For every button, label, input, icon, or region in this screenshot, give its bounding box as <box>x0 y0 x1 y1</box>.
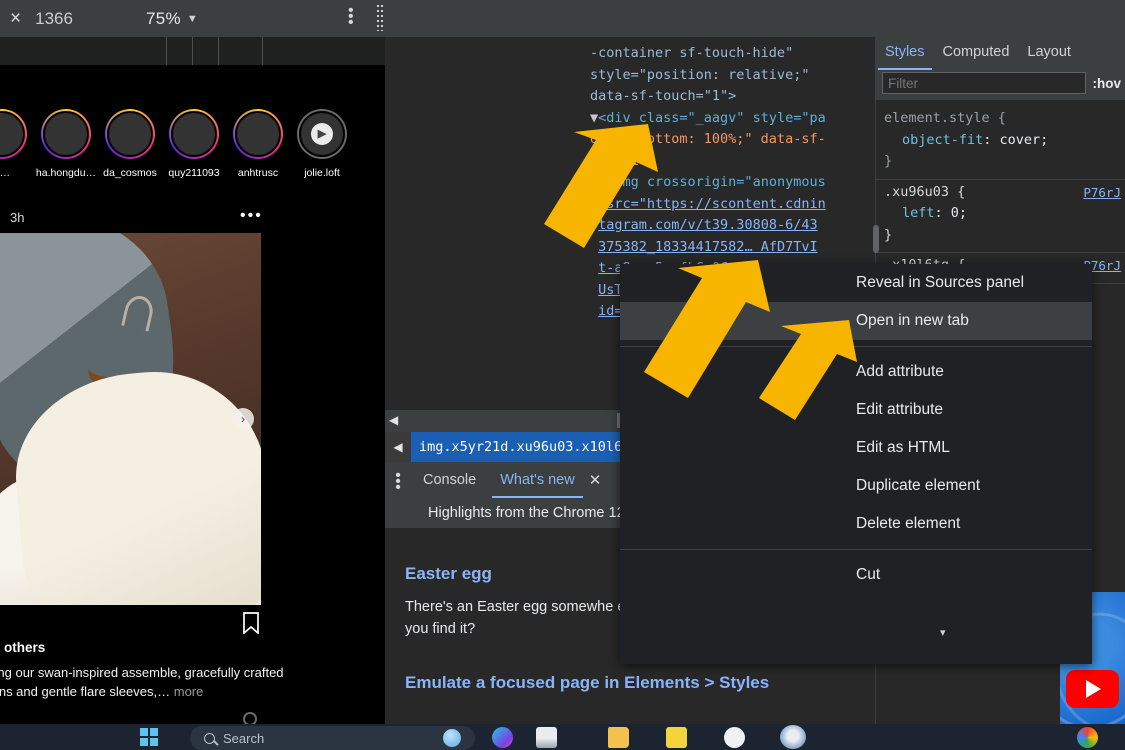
windows-start-icon[interactable] <box>140 728 158 746</box>
styles-rules-list: element.style { object-fit: cover; } P76… <box>876 100 1125 284</box>
taskbar-icon-teams[interactable] <box>780 725 806 749</box>
taskbar-icon-browser[interactable] <box>724 727 745 748</box>
menu-item-duplicate-element[interactable]: Duplicate element <box>620 467 1092 505</box>
menu-item-edit-as-html[interactable]: Edit as HTML <box>620 429 1092 467</box>
windows-taskbar: Search <box>0 724 1125 750</box>
styles-filter-bar: :hov <box>876 70 1125 100</box>
story-username: jolie.loft <box>304 167 340 179</box>
chevron-down-icon[interactable]: ▾ <box>940 626 946 639</box>
story-item[interactable]: e… <box>0 109 34 179</box>
story-item[interactable]: anhtrusc <box>226 109 290 179</box>
caption-more-link[interactable]: more <box>174 684 204 699</box>
copilot-icon[interactable] <box>443 729 461 747</box>
drawer-menu-icon[interactable]: • • • <box>385 468 411 496</box>
zoom-level-value[interactable]: 75% <box>146 9 181 29</box>
play-icon: ▶ <box>311 123 333 145</box>
carousel-next-button[interactable]: › <box>232 408 254 430</box>
rule-property: object-fit <box>902 131 984 148</box>
annotation-arrow-2 <box>638 256 773 406</box>
search-icon <box>204 732 215 744</box>
story-ring <box>0 109 27 159</box>
story-ring <box>105 109 155 159</box>
story-username: e… <box>0 167 11 179</box>
drawer-tab-console[interactable]: Console <box>411 462 488 498</box>
emulation-menu-icon[interactable]: • • • <box>348 3 354 31</box>
search-placeholder: Search <box>223 730 265 746</box>
taskbar-icon-folder[interactable] <box>666 727 687 748</box>
taskbar-icon-copilot[interactable] <box>492 727 513 748</box>
tab-styles[interactable]: Styles <box>876 37 934 70</box>
post-timestamp: 3h <box>10 210 25 225</box>
story-item[interactable]: da_cosmos <box>98 109 162 179</box>
styles-tabbar: Styles Computed Layout <box>876 37 1125 70</box>
story-ring <box>41 109 91 159</box>
story-ring <box>233 109 283 159</box>
dom-line: style="position: relative;" <box>590 66 810 83</box>
menu-item-cut[interactable]: Cut <box>620 556 1092 594</box>
device-emulation-bar: × 1366 75% ▼ • • • <box>0 0 1125 37</box>
menu-separator <box>620 549 1092 550</box>
rule-value[interactable]: cover; <box>1000 132 1049 148</box>
taskbar-search-box[interactable]: Search <box>190 726 475 750</box>
story-username: quy211093 <box>168 167 220 179</box>
whats-new-link[interactable]: Emulate a focused page in Elements > Sty… <box>405 673 875 693</box>
story-username: ha.hongdu… <box>35 167 97 179</box>
rule-source-link[interactable]: P76rJ <box>1083 182 1121 204</box>
dom-line: data-sf-touch="1"> <box>590 88 737 104</box>
story-item[interactable]: ha.hongdu… <box>34 109 98 179</box>
story-item[interactable]: quy211093 <box>162 109 226 179</box>
chevron-down-icon[interactable]: ▼ <box>187 13 198 25</box>
menu-item-delete-element[interactable]: Delete element <box>620 505 1092 543</box>
breadcrumb-selected-node[interactable]: img.x5yr21d.xu96u03.x10l6tq <box>411 432 647 462</box>
styles-filter-input[interactable] <box>882 72 1086 94</box>
taskbar-icon-file-explorer[interactable] <box>608 727 629 748</box>
story-item[interactable]: ▶ jolie.loft <box>290 109 354 179</box>
rule-close-brace: } <box>884 226 893 243</box>
story-ring <box>169 109 219 159</box>
post-likes: d others <box>0 640 46 655</box>
tab-layout[interactable]: Layout <box>1018 37 1080 70</box>
styles-scrollbar[interactable] <box>873 225 879 253</box>
post-image[interactable] <box>0 233 261 605</box>
story-username: anhtrusc <box>237 167 279 179</box>
post-caption-block: d others cing our swan-inspired assemble… <box>0 640 290 701</box>
story-ring: ▶ <box>297 109 347 159</box>
post-more-button[interactable]: ••• <box>240 207 263 225</box>
post-header: • 3h ••• <box>0 205 290 233</box>
annotation-arrow-1 <box>540 120 660 255</box>
rule-value[interactable]: 0; <box>951 205 967 221</box>
taskbar-icon-chrome[interactable] <box>1077 727 1098 748</box>
caption-text: cing our swan-inspired assemble, gracefu… <box>0 665 284 699</box>
dom-line: -container sf-touch-hide" <box>590 45 794 61</box>
close-icon[interactable]: ✕ <box>589 471 602 489</box>
breadcrumb-back-button[interactable]: ◀ <box>385 432 411 462</box>
rule-declaration[interactable]: left: 0; <box>884 203 1125 225</box>
taskbar-icon-edge[interactable] <box>536 727 557 748</box>
rule-close-brace: } <box>884 153 893 169</box>
style-rule[interactable]: P76rJ .xu96u03 { left: 0; } <box>876 180 1125 253</box>
tab-computed[interactable]: Computed <box>934 37 1019 70</box>
emulated-page-viewport: e… ha.hongdu… da_cosmos quy211093 anhtru… <box>0 0 385 724</box>
style-rule[interactable]: element.style { object-fit: cover; } <box>876 106 1125 180</box>
drawer-tab-whats-new[interactable]: What's new <box>488 462 587 498</box>
post-caption: cing our swan-inspired assemble, gracefu… <box>0 663 290 701</box>
scroll-left-icon[interactable]: ◀ <box>389 413 398 427</box>
annotation-arrow-3 <box>755 316 860 426</box>
instagram-stories-row[interactable]: e… ha.hongdu… da_cosmos quy211093 anhtru… <box>0 95 385 205</box>
device-ruler <box>0 37 385 65</box>
youtube-logo-icon <box>1066 670 1119 708</box>
rule-declaration[interactable]: object-fit: cover; <box>884 130 1125 152</box>
post-avatar-placeholder <box>243 712 257 724</box>
bookmark-icon[interactable] <box>243 612 259 634</box>
drag-handle-icon[interactable] <box>377 5 383 31</box>
story-username: da_cosmos <box>103 167 157 179</box>
close-icon[interactable]: × <box>10 8 21 30</box>
rule-selector: element.style { <box>884 110 1006 126</box>
viewport-width-value[interactable]: 1366 <box>35 9 73 29</box>
hover-state-button[interactable]: :hov <box>1093 76 1122 91</box>
rule-property: left <box>902 205 935 221</box>
